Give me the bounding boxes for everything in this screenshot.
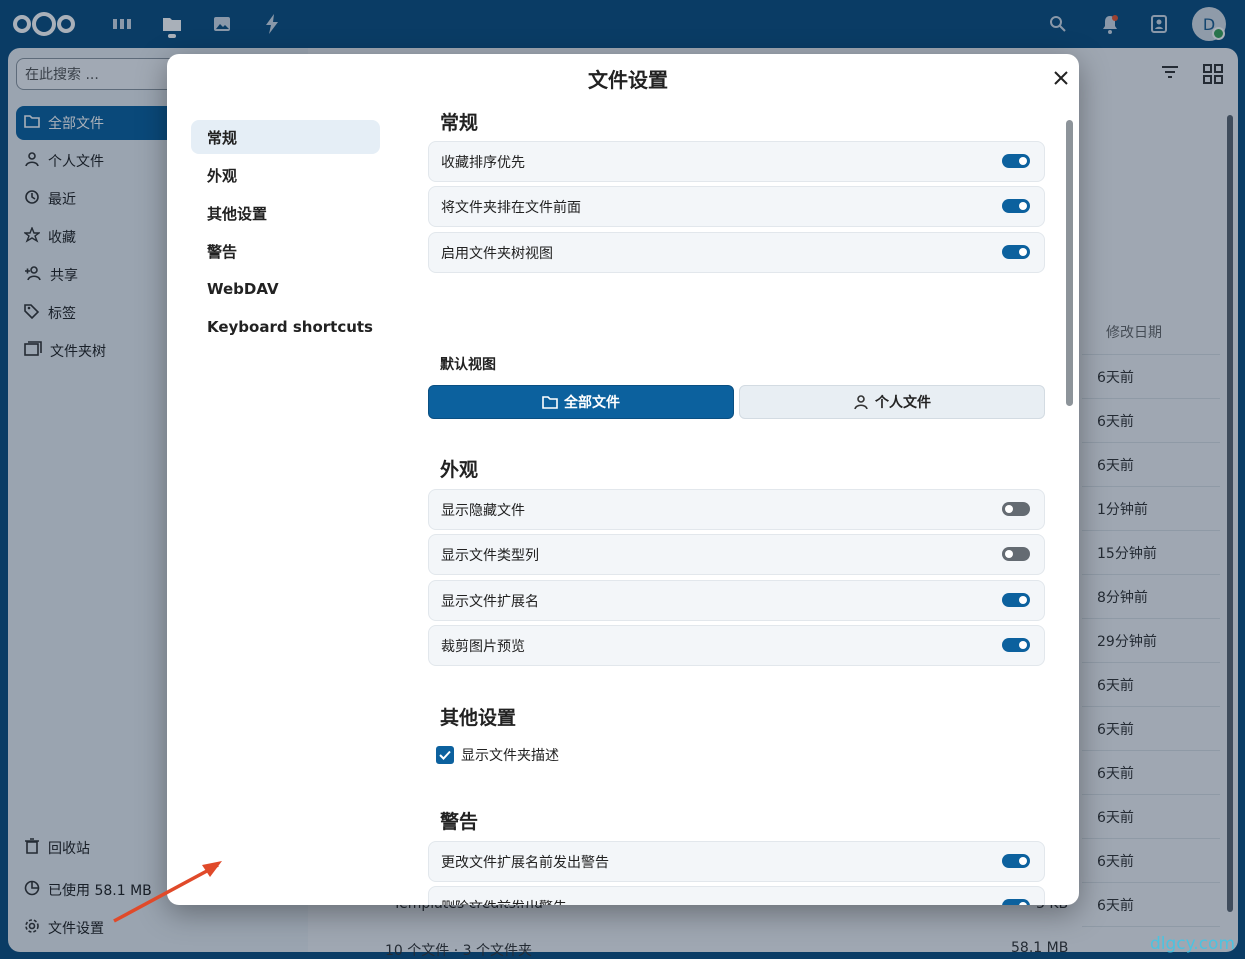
side-nav-shortcuts[interactable]: Keyboard shortcuts bbox=[191, 310, 380, 344]
option-warn-rename-extension[interactable]: 更改文件扩展名前发出警告 bbox=[428, 841, 1045, 882]
option-label: 启用文件夹树视图 bbox=[441, 245, 553, 262]
side-nav-webdav[interactable]: WebDAV bbox=[191, 272, 380, 306]
settings-dialog: 文件设置 常规 外观 其他设置 警告 WebDAV Keyboard short… bbox=[167, 54, 1079, 905]
option-label: 显示文件扩展名 bbox=[441, 593, 539, 610]
toggle-switch[interactable] bbox=[1002, 854, 1030, 868]
checkbox-checked-icon[interactable] bbox=[436, 746, 454, 764]
side-nav-warnings[interactable]: 警告 bbox=[191, 234, 380, 268]
option-folders-first[interactable]: 将文件夹排在文件前面 bbox=[428, 186, 1045, 227]
toggle-switch[interactable] bbox=[1002, 502, 1030, 516]
button-label: 个人文件 bbox=[875, 395, 931, 411]
option-label: 显示隐藏文件 bbox=[441, 502, 525, 519]
default-view-all-files-button[interactable]: 全部文件 bbox=[428, 385, 734, 419]
section-general-heading: 常规 bbox=[440, 112, 479, 134]
option-sort-favorites-first[interactable]: 收藏排序优先 bbox=[428, 141, 1045, 182]
option-show-hidden[interactable]: 显示隐藏文件 bbox=[428, 489, 1045, 530]
toggle-switch[interactable] bbox=[1002, 593, 1030, 607]
side-nav-general[interactable]: 常规 bbox=[191, 120, 380, 154]
close-icon bbox=[1054, 71, 1068, 85]
option-show-mime-column[interactable]: 显示文件类型列 bbox=[428, 534, 1045, 575]
section-appearance-heading: 外观 bbox=[440, 459, 479, 481]
side-nav-appearance[interactable]: 外观 bbox=[191, 158, 380, 192]
watermark: dlgcy.com bbox=[1150, 934, 1235, 954]
annotation-arrow-icon bbox=[110, 855, 230, 929]
settings-content: 常规 收藏排序优先 将文件夹排在文件前面 启用文件夹树视图 默认视图 全部文件 … bbox=[427, 108, 1047, 905]
option-warn-delete[interactable]: 删除文件前发出警告 bbox=[428, 886, 1045, 905]
toggle-switch[interactable] bbox=[1002, 899, 1030, 905]
option-crop-previews[interactable]: 裁剪图片预览 bbox=[428, 625, 1045, 666]
toggle-switch[interactable] bbox=[1002, 638, 1030, 652]
toggle-switch[interactable] bbox=[1002, 245, 1030, 259]
option-label: 裁剪图片预览 bbox=[441, 638, 525, 655]
section-warnings-heading: 警告 bbox=[440, 811, 479, 833]
button-label: 全部文件 bbox=[564, 395, 620, 411]
folder-icon bbox=[542, 396, 558, 409]
option-label: 更改文件扩展名前发出警告 bbox=[441, 854, 609, 871]
default-view-personal-button[interactable]: 个人文件 bbox=[739, 385, 1045, 419]
option-label: 收藏排序优先 bbox=[441, 154, 525, 171]
option-show-folder-description[interactable]: 显示文件夹描述 bbox=[436, 745, 559, 765]
option-label: 删除文件前发出警告 bbox=[441, 897, 567, 906]
option-label: 显示文件类型列 bbox=[441, 547, 539, 564]
user-icon bbox=[854, 395, 868, 410]
dialog-title: 文件设置 bbox=[588, 68, 668, 92]
toggle-switch[interactable] bbox=[1002, 547, 1030, 561]
toggle-switch[interactable] bbox=[1002, 199, 1030, 213]
checkbox-label: 显示文件夹描述 bbox=[461, 748, 559, 764]
default-view-label: 默认视图 bbox=[440, 357, 496, 373]
section-other-heading: 其他设置 bbox=[440, 707, 517, 729]
option-folder-tree[interactable]: 启用文件夹树视图 bbox=[428, 232, 1045, 273]
option-show-extensions[interactable]: 显示文件扩展名 bbox=[428, 580, 1045, 621]
side-nav-other[interactable]: 其他设置 bbox=[191, 196, 380, 230]
toggle-switch[interactable] bbox=[1002, 154, 1030, 168]
close-button[interactable] bbox=[1049, 66, 1073, 90]
option-label: 将文件夹排在文件前面 bbox=[441, 199, 581, 216]
dialog-scrollbar[interactable] bbox=[1066, 120, 1073, 406]
